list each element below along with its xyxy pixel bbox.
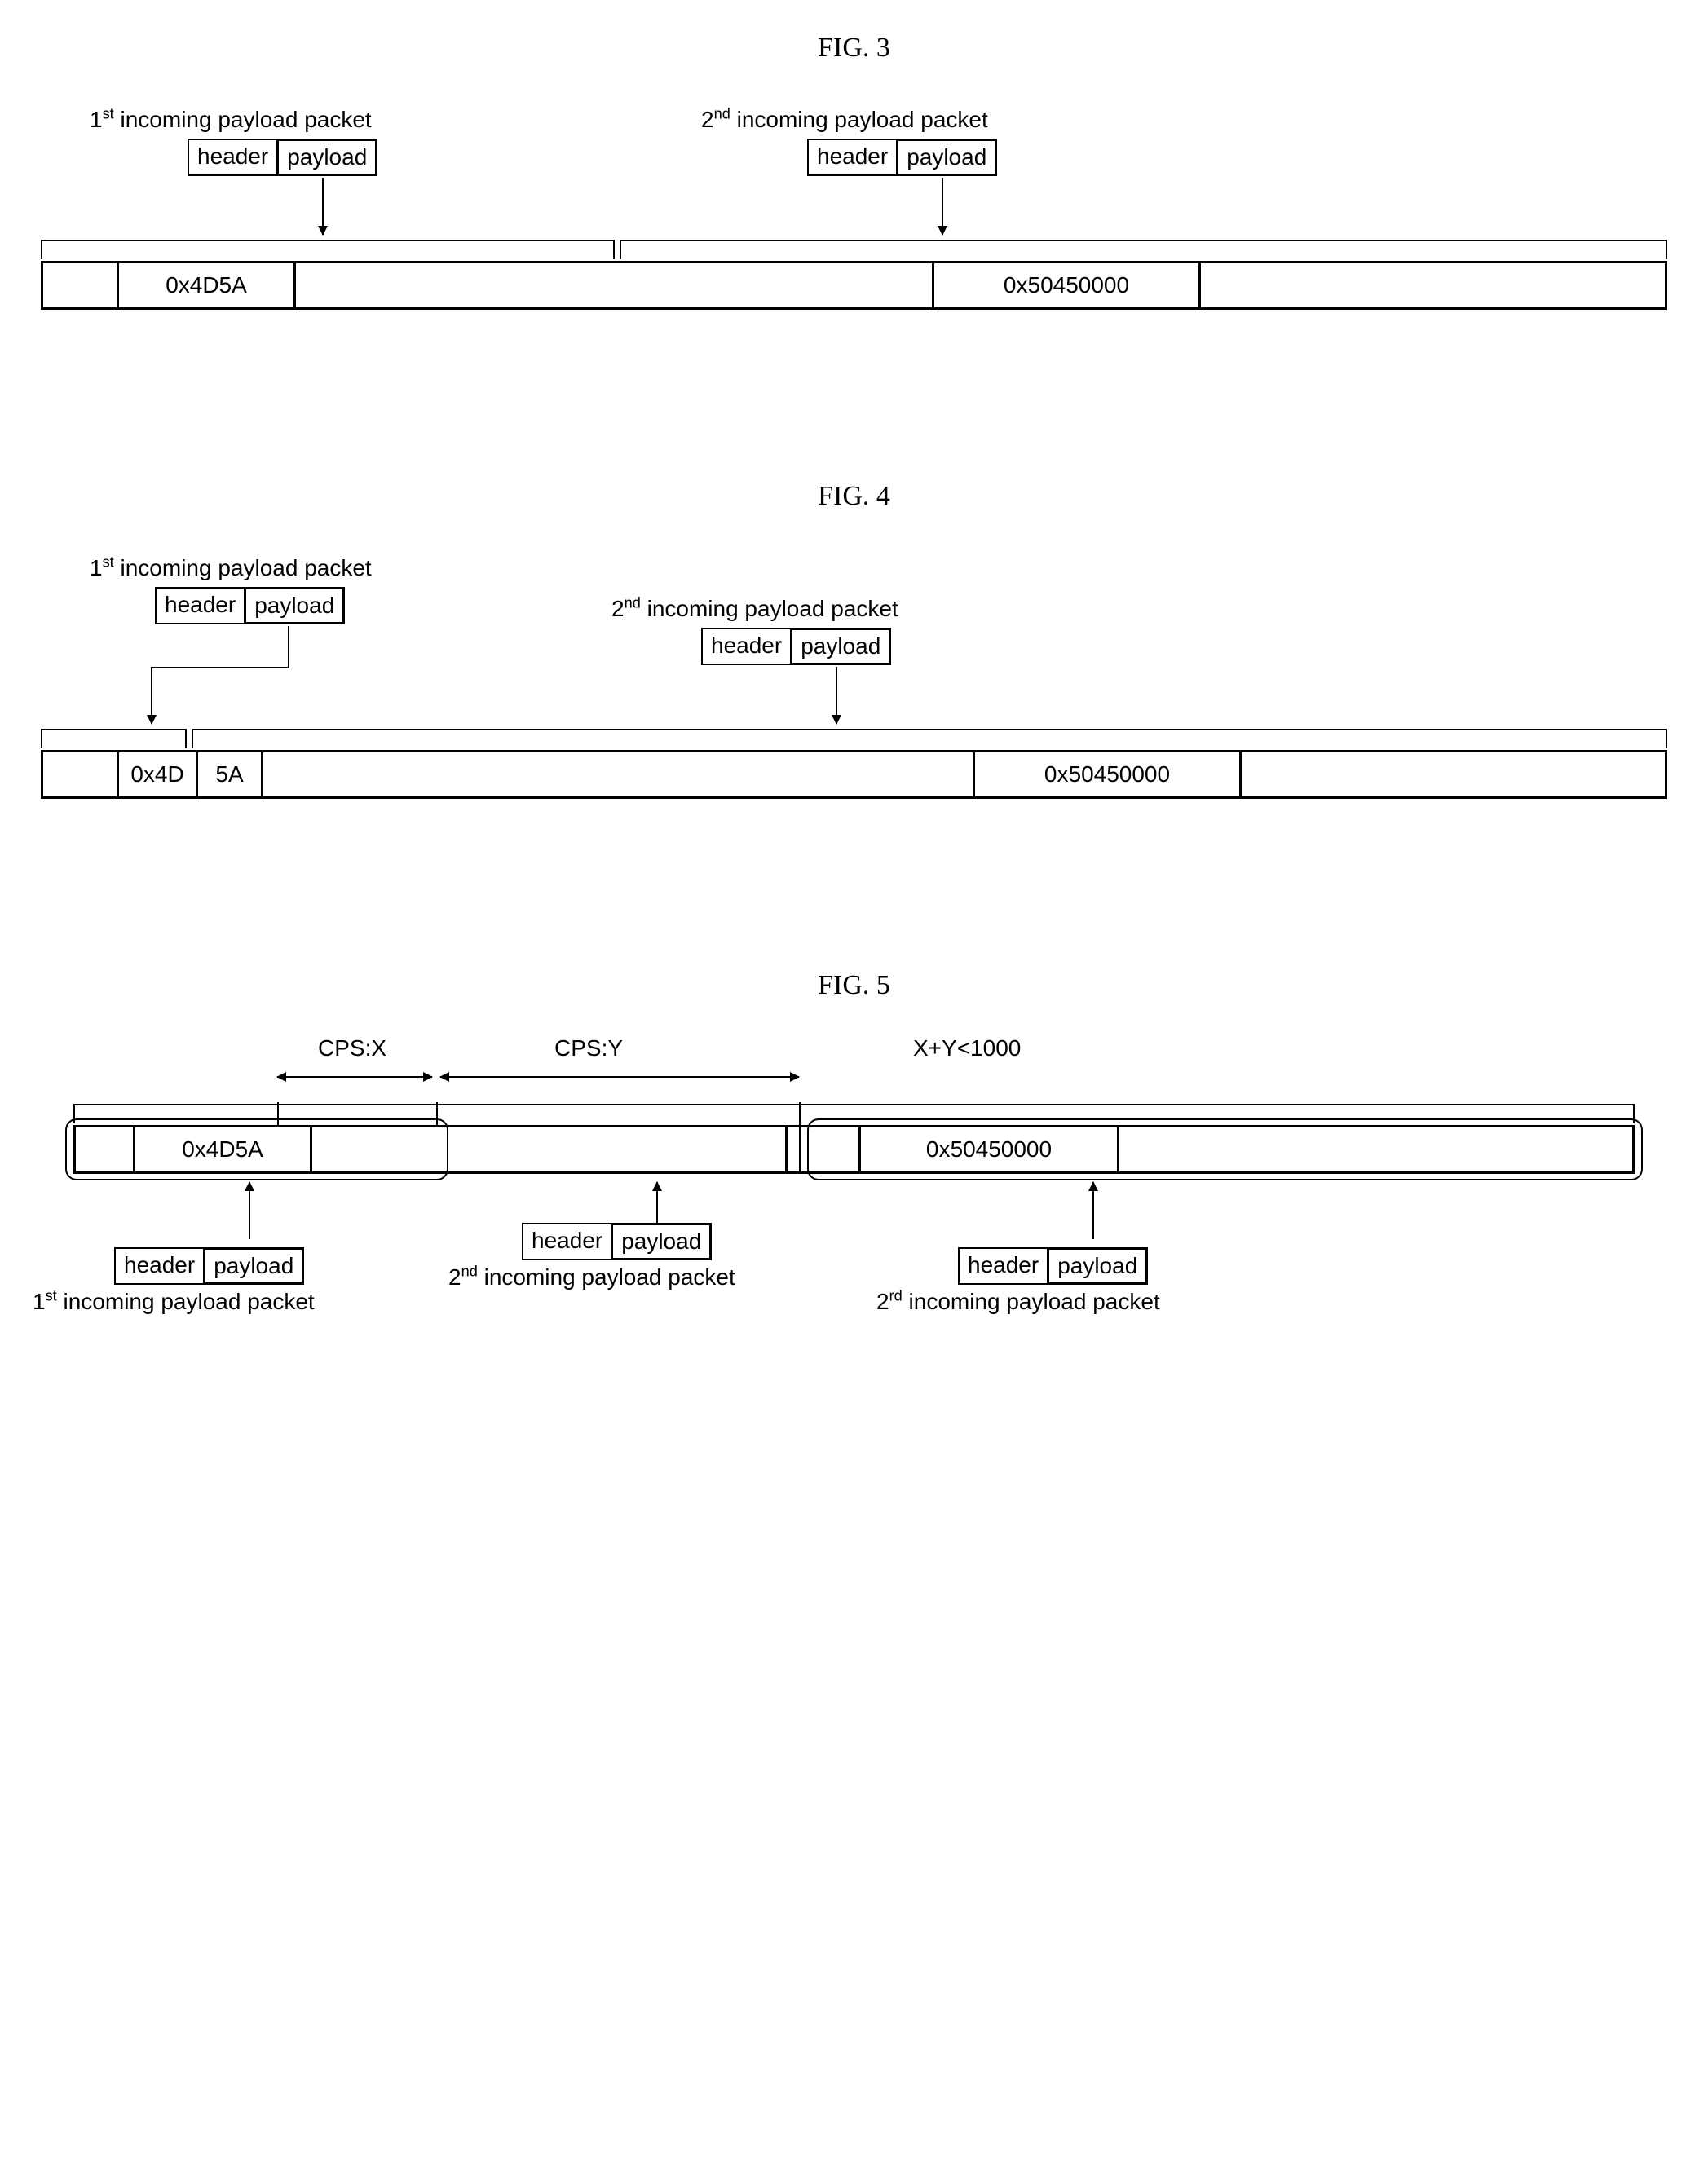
payload-cell: payload [790,628,891,665]
buffer-strip: 0x4D 5A 0x50450000 [41,750,1667,799]
bracket-right [192,729,1667,748]
figure-3: FIG. 3 1st incoming payload packet heade… [24,33,1684,383]
bracket-left [41,729,187,748]
payload-cell: payload [203,1247,304,1285]
buffer-cell-1b: 5A [198,752,263,796]
figure-title: FIG. 3 [24,33,1684,64]
payload-cell: payload [611,1223,712,1260]
buffer-strip: 0x4D5A 0x50450000 [73,1125,1635,1174]
packet2-box: header payload [522,1223,712,1260]
arrow-down [942,178,943,235]
tick [799,1102,801,1127]
arrow-up [656,1182,658,1223]
bent-arrow [151,626,289,724]
buffer-cell-2: 0x50450000 [932,263,1201,307]
bracket-left [41,240,615,259]
packet1-label: 1st incoming payload packet [33,1288,315,1315]
bracket-right [620,240,1667,259]
buffer-cell-1: 0x4D5A [133,1127,312,1171]
header-cell: header [116,1249,205,1283]
header-cell: header [157,589,245,623]
buffer-cell-1: 0x4D5A [117,263,296,307]
arrow-up [249,1182,250,1239]
header-cell: header [809,140,898,174]
payload-cell: payload [896,139,997,176]
cps-x-label: CPS:X [318,1035,386,1061]
packet2-label: 2nd incoming payload packet [701,106,988,133]
packet1-box: header payload [114,1247,304,1285]
arrow-down [836,667,837,724]
header-cell: header [523,1224,612,1259]
buffer-cell-2: 0x50450000 [858,1127,1119,1171]
packet2-box: header payload [807,139,997,176]
packet3-box: header payload [958,1247,1148,1285]
packet2-box: header payload [701,628,891,665]
packet2-label: 2nd incoming payload packet [448,1264,735,1290]
packet1-label: 1st incoming payload packet [90,554,372,581]
constraint-label: X+Y<1000 [913,1035,1021,1061]
figure-4: FIG. 4 1st incoming payload packet heade… [24,481,1684,872]
packet1-box: header payload [155,587,345,624]
packet1-box: header payload [188,139,377,176]
cps-y-label: CPS:Y [554,1035,623,1061]
packet1-label: 1st incoming payload packet [90,106,372,133]
buffer-divider [785,1127,801,1171]
payload-cell: payload [276,139,377,176]
header-cell: header [960,1249,1048,1283]
arrow-down [322,178,324,235]
figure-title: FIG. 4 [24,481,1684,512]
figure-5: FIG. 5 CPS:X CPS:Y X+Y<1000 0x4D5A 0x504… [24,970,1684,1427]
dim-x [277,1076,432,1078]
packet3-label: 2rd incoming payload packet [876,1288,1160,1315]
buffer-cell-1a: 0x4D [117,752,198,796]
dim-y [440,1076,799,1078]
packet2-label: 2nd incoming payload packet [611,595,898,622]
figure-title: FIG. 5 [24,970,1684,1001]
payload-cell: payload [1047,1247,1148,1285]
buffer-strip: 0x4D5A 0x50450000 [41,261,1667,310]
arrow-up [1092,1182,1094,1239]
header-cell: header [703,629,792,664]
buffer-cell-2: 0x50450000 [973,752,1242,796]
header-cell: header [189,140,278,174]
payload-cell: payload [244,587,345,624]
